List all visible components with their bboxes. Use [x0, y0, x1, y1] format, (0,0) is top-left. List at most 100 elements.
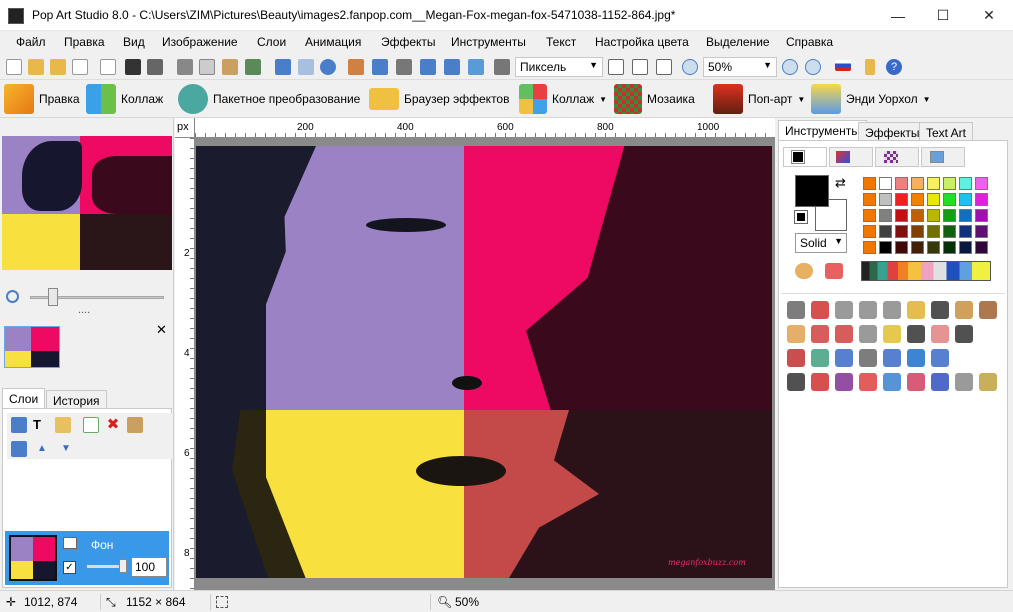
color-swatch[interactable]: [927, 225, 940, 238]
color-swatch[interactable]: [959, 193, 972, 206]
rect-select-icon[interactable]: [787, 301, 805, 319]
effects-browser-button[interactable]: Браузер эффектов: [369, 83, 509, 115]
color-swatch[interactable]: [879, 193, 892, 206]
layer-folder-icon[interactable]: [55, 417, 71, 433]
eraser-icon[interactable]: [931, 325, 949, 343]
ellipse-select-icon[interactable]: [859, 301, 877, 319]
tab-tools[interactable]: Инструменты: [778, 120, 867, 140]
color-swatch[interactable]: [975, 177, 988, 190]
color-swatch[interactable]: [911, 193, 924, 206]
new-file-icon[interactable]: [6, 59, 22, 75]
color-swatch[interactable]: [943, 225, 956, 238]
spray-icon[interactable]: [835, 349, 853, 367]
text-layer-icon[interactable]: T: [33, 417, 49, 433]
collage-dropdown-button[interactable]: Коллаж ▼: [519, 83, 607, 115]
layer-order-icon[interactable]: [468, 59, 484, 75]
color-swatch[interactable]: [895, 177, 908, 190]
undo-icon[interactable]: [275, 59, 291, 75]
refresh-icon[interactable]: [320, 59, 336, 75]
paste-image-icon[interactable]: [245, 59, 261, 75]
flip-vertical-icon[interactable]: [420, 59, 436, 75]
color-swatch[interactable]: [863, 225, 876, 238]
pencil-icon[interactable]: [883, 325, 901, 343]
zoom-fit-icon[interactable]: [805, 59, 821, 75]
menu-view[interactable]: Вид: [123, 35, 145, 49]
color-swatch[interactable]: [895, 225, 908, 238]
move-icon[interactable]: [931, 301, 949, 319]
copy-icon[interactable]: [199, 59, 215, 75]
linear-gradient-icon[interactable]: [931, 373, 949, 391]
menu-effects[interactable]: Эффекты: [381, 35, 436, 49]
key-icon[interactable]: [865, 59, 875, 75]
menu-layers[interactable]: Слои: [257, 35, 286, 49]
move-down-icon[interactable]: ▼: [61, 441, 77, 457]
color-swatch[interactable]: [959, 225, 972, 238]
add-file-icon[interactable]: [72, 59, 88, 75]
menu-tools[interactable]: Инструменты: [451, 35, 526, 49]
picture-icon[interactable]: [955, 373, 973, 391]
language-flag-icon[interactable]: [835, 60, 851, 71]
color-replace-icon[interactable]: [811, 373, 829, 391]
target-icon[interactable]: [859, 373, 877, 391]
color-swatch[interactable]: [895, 209, 908, 222]
marquee-icon[interactable]: [835, 301, 853, 319]
color-swatch[interactable]: [911, 225, 924, 238]
layer-lock-checkbox[interactable]: ✓: [63, 561, 76, 574]
zoom-select[interactable]: 50% ▼: [703, 57, 777, 77]
color-swatch[interactable]: [911, 177, 924, 190]
tab-history[interactable]: История: [46, 390, 107, 410]
close-button[interactable]: ✕: [966, 0, 1012, 31]
tab-layers[interactable]: Слои: [2, 388, 46, 408]
menu-text[interactable]: Текст: [546, 35, 576, 49]
foreground-color[interactable]: [795, 175, 829, 207]
unit-select[interactable]: Пиксель ▼: [515, 57, 603, 77]
minimize-button[interactable]: —: [875, 0, 921, 31]
shape-icon[interactable]: [883, 349, 901, 367]
ruler-icon[interactable]: [494, 59, 510, 75]
shading-icon[interactable]: [979, 373, 997, 391]
stamp-icon[interactable]: [979, 301, 997, 319]
batch-convert-button[interactable]: Пакетное преобразование: [178, 83, 360, 115]
layer-row-background[interactable]: ✓ Фон 100: [5, 531, 169, 585]
brush-icon[interactable]: [787, 349, 805, 367]
menu-color-adjust[interactable]: Настройка цвета: [595, 35, 689, 49]
text-tool-icon[interactable]: [787, 373, 805, 391]
polygon-icon[interactable]: [907, 349, 925, 367]
warhol-button[interactable]: Энди Уорхол ▼: [811, 83, 931, 115]
zoom-in-icon[interactable]: [782, 59, 798, 75]
texture-tab[interactable]: [921, 147, 965, 167]
eyedropper-icon[interactable]: [811, 325, 829, 343]
color-swatch[interactable]: [975, 241, 988, 254]
paste-icon[interactable]: [222, 59, 238, 75]
stripes-icon[interactable]: [883, 373, 901, 391]
magic-wand-icon[interactable]: [907, 301, 925, 319]
color-swatch[interactable]: [959, 177, 972, 190]
zoom-out-icon[interactable]: [682, 59, 698, 75]
ruler-tool-icon[interactable]: [955, 301, 973, 319]
color-swatch[interactable]: [927, 241, 940, 254]
color-swatch[interactable]: [879, 241, 892, 254]
tab-text-art[interactable]: Text Art: [919, 122, 974, 142]
color-strip[interactable]: [861, 261, 991, 281]
vertical-ruler[interactable]: 2 4 6 8: [175, 138, 195, 590]
add-layer-icon[interactable]: [83, 417, 99, 433]
color-swatch[interactable]: [959, 209, 972, 222]
cut-icon[interactable]: [177, 59, 193, 75]
guides-icon[interactable]: [656, 59, 672, 75]
mosaic-button[interactable]: Мозаика: [614, 83, 695, 115]
gradient-tab[interactable]: [829, 147, 873, 167]
color-picker-tab[interactable]: [783, 147, 827, 167]
slider-thumb[interactable]: [48, 288, 58, 306]
paint-bucket-icon[interactable]: [835, 325, 853, 343]
maximize-button[interactable]: ☐: [920, 0, 966, 31]
popart-button[interactable]: Поп-арт ▼: [713, 83, 805, 115]
edit-mode-button[interactable]: Правка: [4, 83, 80, 115]
color-swatch[interactable]: [911, 209, 924, 222]
color-swatch[interactable]: [911, 241, 924, 254]
open-recent-icon[interactable]: [50, 59, 66, 75]
merge-layers-icon[interactable]: [11, 441, 27, 457]
color-swatch[interactable]: [975, 209, 988, 222]
color-swatch[interactable]: [943, 241, 956, 254]
envelope-icon[interactable]: [859, 349, 877, 367]
collage-button[interactable]: Коллаж: [86, 83, 163, 115]
